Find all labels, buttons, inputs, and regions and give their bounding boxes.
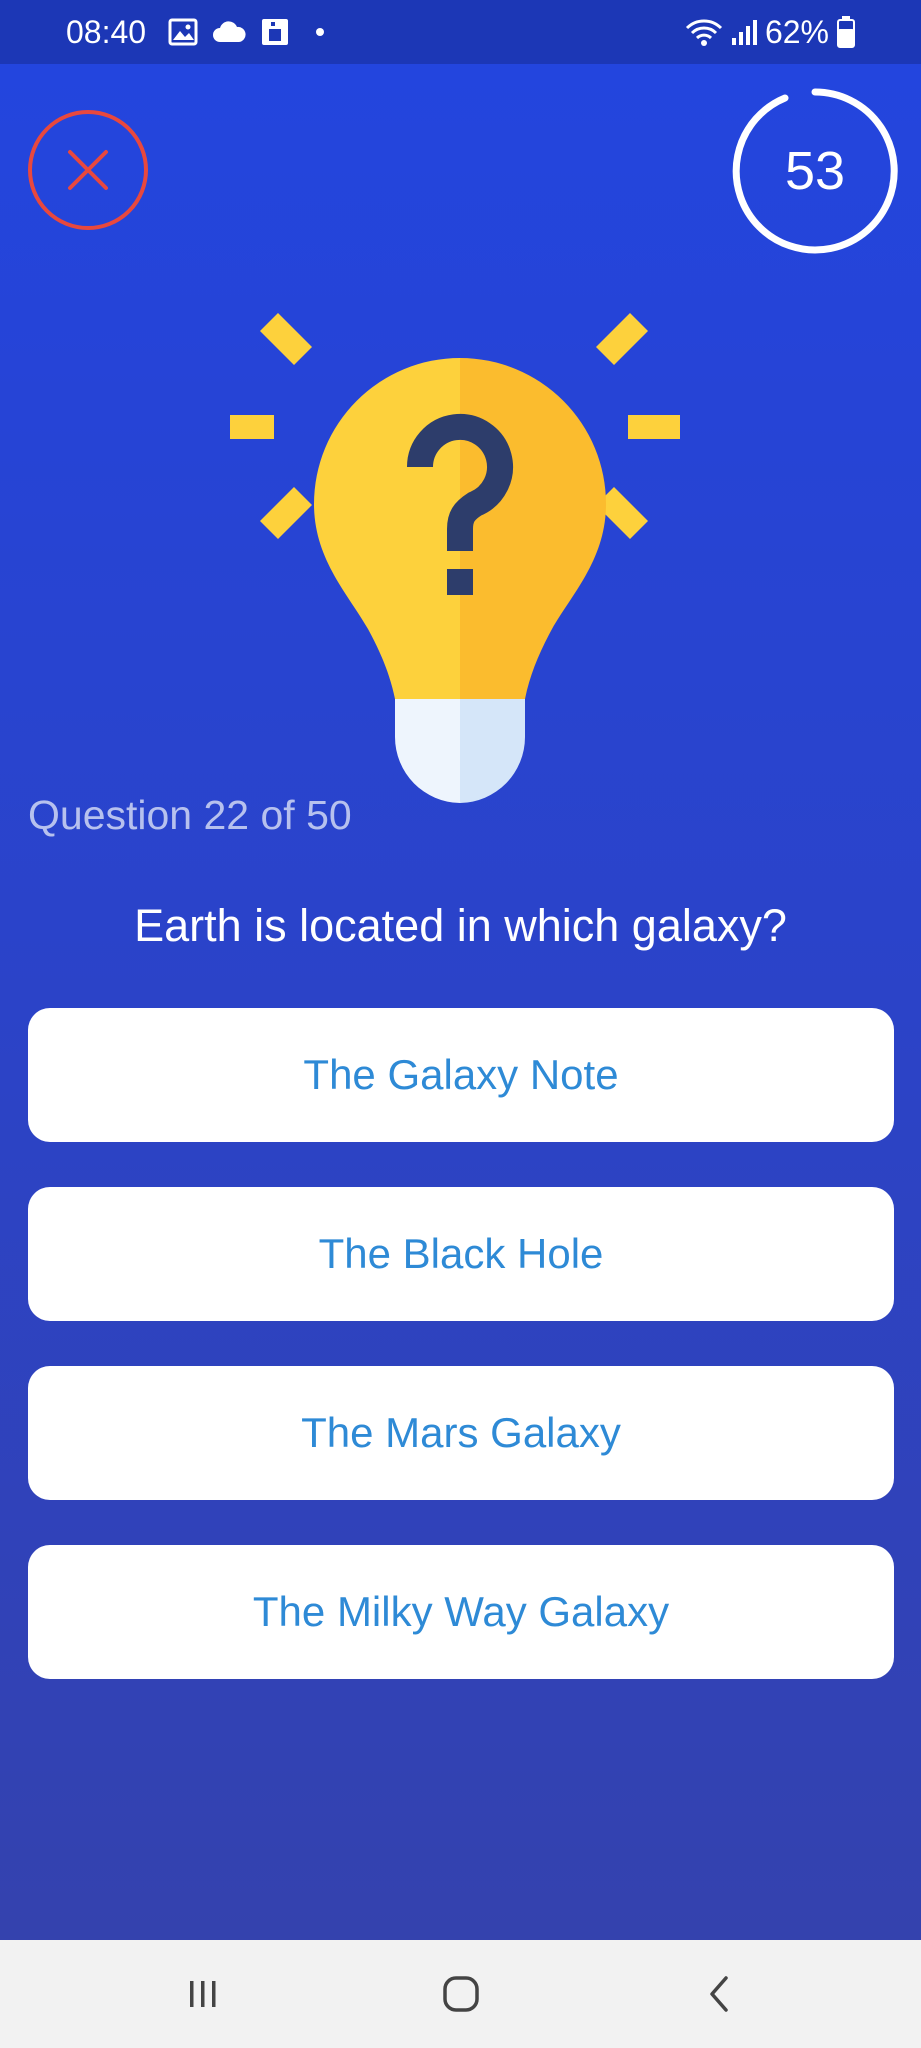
- back-icon: [710, 1976, 728, 2012]
- home-button[interactable]: [401, 1940, 521, 2048]
- battery-percent: 62%: [764, 13, 829, 50]
- battery-icon: [837, 16, 855, 48]
- gallery-icon: [168, 18, 198, 46]
- recent-apps-button[interactable]: [143, 1940, 263, 2048]
- status-time: 08:40: [66, 13, 147, 50]
- status-right: 62%: [685, 0, 855, 64]
- countdown-timer: 53: [730, 86, 900, 256]
- sim-icon: [260, 17, 290, 47]
- wifi-icon: [685, 17, 723, 47]
- close-button[interactable]: [28, 110, 148, 230]
- lightbulb-question-icon: [230, 313, 680, 803]
- signal-icon: [731, 18, 757, 46]
- close-icon: [68, 150, 108, 190]
- answer-option-1[interactable]: The Galaxy Note: [28, 1008, 894, 1142]
- timer-value: 53: [784, 141, 846, 201]
- system-nav-bar: [0, 1940, 921, 2048]
- recent-apps-icon: [190, 1981, 216, 2007]
- home-icon: [443, 1976, 479, 2012]
- back-button[interactable]: [659, 1940, 779, 2048]
- status-left: 08:40: [66, 0, 325, 64]
- answer-option-2[interactable]: The Black Hole: [28, 1187, 894, 1321]
- cloud-icon: [212, 20, 246, 44]
- notification-dot-icon: [316, 28, 325, 36]
- question-counter: Question 22 of 50: [28, 792, 352, 838]
- status-bar: 08:40 62%: [0, 0, 921, 64]
- answer-option-3[interactable]: The Mars Galaxy: [28, 1366, 894, 1500]
- answer-option-4[interactable]: The Milky Way Galaxy: [28, 1545, 894, 1679]
- question-text: Earth is located in which galaxy?: [134, 900, 787, 951]
- quiz-screen: 53 Question 22 of 50 Earth is located in…: [0, 64, 921, 1940]
